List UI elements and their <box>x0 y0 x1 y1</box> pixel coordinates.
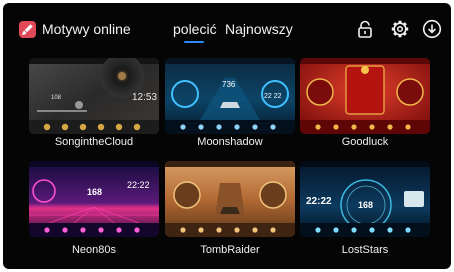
tab-recommended[interactable]: polecić <box>173 21 217 38</box>
theme-card-tombraider[interactable] <box>165 161 295 237</box>
clock-readout: 22 22 <box>264 93 282 100</box>
speed-readout: 168 <box>87 187 102 197</box>
gear-icon[interactable] <box>390 19 410 39</box>
theme-preview: 168 22:22 <box>29 161 159 237</box>
download-icon[interactable] <box>422 19 442 39</box>
tab-newest[interactable]: Najnowszy <box>225 21 293 38</box>
theme-name: SongintheCloud <box>54 136 134 148</box>
theme-name: TombRaider <box>200 244 260 256</box>
top-bar: Motywy online polecić Najnowszy <box>3 3 451 47</box>
theme-preview <box>165 161 295 237</box>
theme-preview: 736 22 22 <box>165 58 295 134</box>
clock-readout: 22:22 <box>306 196 332 207</box>
theme-card-songinthecloud[interactable]: 12:53 108 <box>29 58 159 134</box>
theme-name: Moonshadow <box>197 136 263 148</box>
theme-name: Neon80s <box>71 244 117 256</box>
theme-card-moonshadow[interactable]: 736 22 22 <box>165 58 295 134</box>
theme-card-loststars[interactable]: 168 22:22 <box>300 161 430 237</box>
active-tab-indicator <box>184 41 204 43</box>
theme-preview <box>300 58 430 134</box>
speed-readout: 108 <box>51 95 62 101</box>
clock-readout: 12:53 <box>132 92 157 103</box>
app-title: Motywy online <box>42 21 131 37</box>
lock-icon[interactable] <box>355 19 375 39</box>
clock-readout: 22:22 <box>127 180 150 190</box>
app-window: Motywy online polecić Najnowszy 12:53 10… <box>3 3 451 269</box>
svg-text:12:53: 12:53 <box>132 92 157 103</box>
speed-readout: 736 <box>222 80 236 89</box>
speed-readout: 168 <box>358 200 373 210</box>
theme-card-neon80s[interactable]: 168 22:22 <box>29 161 159 237</box>
theme-preview: 12:53 108 <box>29 58 159 134</box>
brush-icon <box>19 21 36 38</box>
theme-preview: 168 22:22 <box>300 161 430 237</box>
theme-card-goodluck[interactable] <box>300 58 430 134</box>
theme-name: Goodluck <box>341 136 389 148</box>
theme-name: LostStars <box>341 244 389 256</box>
